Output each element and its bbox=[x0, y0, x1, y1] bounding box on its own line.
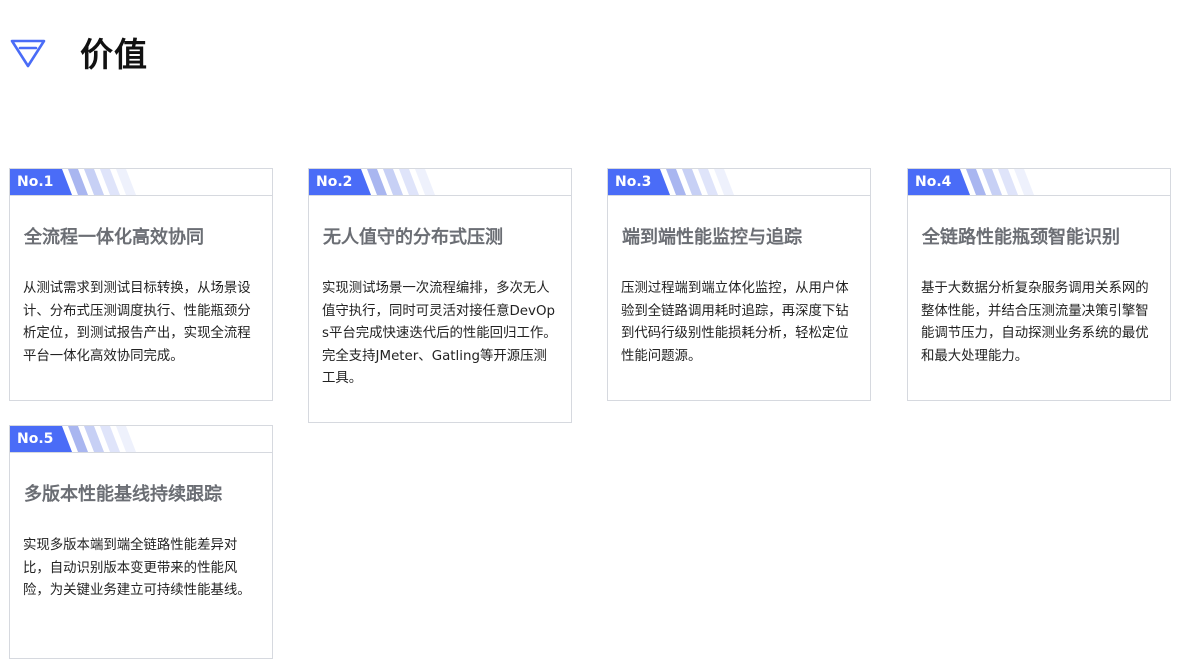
section-header: 价值 bbox=[8, 30, 148, 74]
card-number-badge: No.5 bbox=[17, 431, 54, 447]
card-title: 无人值守的分布式压测 bbox=[323, 227, 503, 248]
card-header: No.4 bbox=[908, 169, 1170, 196]
card-description: 压测过程端到端立体化监控，从用户体验到全链路调用耗时追踪，再深度下钻到代码行级别… bbox=[621, 281, 849, 364]
stripes-decoration bbox=[367, 169, 435, 195]
diamond-icon bbox=[10, 39, 46, 68]
stripes-decoration bbox=[68, 169, 136, 195]
card-description: 实现测试场景一次流程编排，多次无人值守执行，同时可灵活对接任意DevOps平台完… bbox=[322, 281, 557, 386]
card-title: 端到端性能监控与追踪 bbox=[622, 227, 802, 248]
card-header: No.3 bbox=[608, 169, 870, 196]
card-title: 多版本性能基线持续跟踪 bbox=[24, 484, 222, 505]
card-number-badge: No.3 bbox=[615, 174, 652, 190]
stripes-decoration bbox=[966, 169, 1034, 195]
section-title: 价值 bbox=[80, 35, 148, 74]
value-card-2: No.2 无人值守的分布式压测 实现测试场景一次流程编排，多次无人值守执行，同时… bbox=[308, 168, 572, 423]
card-title: 全链路性能瓶颈智能识别 bbox=[922, 227, 1120, 248]
card-description: 实现多版本端到端全链路性能差异对比，自动识别版本变更带来的性能风险，为关键业务建… bbox=[23, 538, 251, 598]
card-description: 从测试需求到测试目标转换，从场景设计、分布式压测调度执行、性能瓶颈分析定位，到测… bbox=[23, 281, 251, 364]
card-number-badge: No.2 bbox=[316, 174, 353, 190]
stripes-decoration bbox=[666, 169, 734, 195]
card-title: 全流程一体化高效协同 bbox=[24, 227, 204, 248]
value-card-1: No.1 全流程一体化高效协同 从测试需求到测试目标转换，从场景设计、分布式压测… bbox=[9, 168, 273, 401]
value-card-5: No.5 多版本性能基线持续跟踪 实现多版本端到端全链路性能差异对比，自动识别版… bbox=[9, 425, 273, 659]
value-card-4: No.4 全链路性能瓶颈智能识别 基于大数据分析复杂服务调用关系网的整体性能，并… bbox=[907, 168, 1171, 401]
value-card-3: No.3 端到端性能监控与追踪 压测过程端到端立体化监控，从用户体验到全链路调用… bbox=[607, 168, 871, 401]
card-number-badge: No.4 bbox=[915, 174, 952, 190]
card-header: No.2 bbox=[309, 169, 571, 196]
stripes-decoration bbox=[68, 426, 136, 452]
card-header: No.5 bbox=[10, 426, 272, 453]
card-number-badge: No.1 bbox=[17, 174, 54, 190]
card-header: No.1 bbox=[10, 169, 272, 196]
card-description: 基于大数据分析复杂服务调用关系网的整体性能，并结合压测流量决策引擎智能调节压力，… bbox=[921, 281, 1149, 364]
